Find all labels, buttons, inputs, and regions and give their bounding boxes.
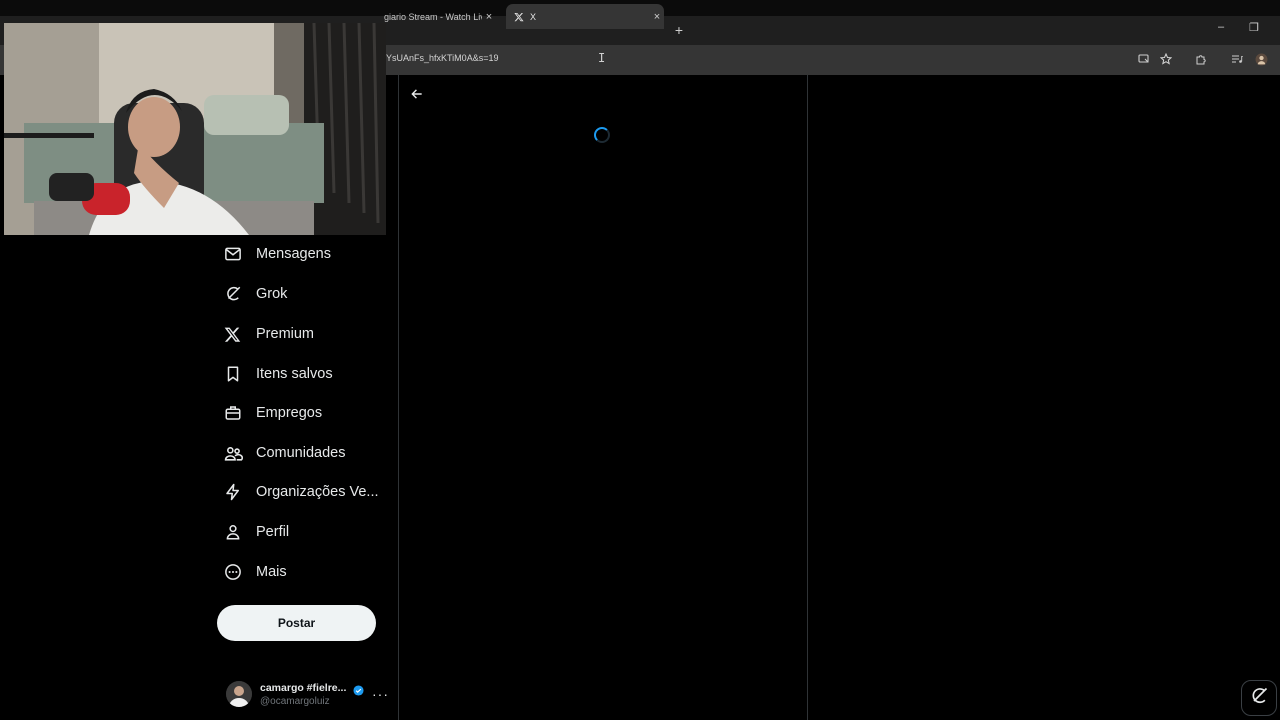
avatar	[226, 681, 252, 707]
account-more-icon[interactable]: ···	[372, 686, 389, 702]
sidebar-item-itens-salvos[interactable]: Itens salvos	[217, 356, 333, 392]
bookmark-star-icon[interactable]	[1159, 52, 1173, 66]
sidebar-item-grok[interactable]: Grok	[217, 276, 287, 312]
sidebar-item-empregos[interactable]: Empregos	[217, 395, 322, 431]
webcam-video-feed	[4, 23, 386, 235]
mail-icon	[217, 243, 251, 265]
sidebar-item-label: Grok	[256, 286, 288, 302]
sidebar-item-perfil[interactable]: Perfil	[217, 514, 289, 550]
window-minimize-button[interactable]: –	[1218, 21, 1224, 33]
x-logo-icon	[217, 323, 251, 345]
sidebar-item-mais[interactable]: Mais	[217, 554, 287, 590]
tab-title: giario Stream - Watch Liv	[384, 11, 482, 22]
sidebar-item-label: Mensagens	[256, 246, 331, 262]
sidebar-item-label: Organizações Ve...	[256, 484, 379, 500]
sidebar-item-label: Comunidades	[256, 445, 346, 461]
account-handle: @ocamargoluiz	[260, 696, 330, 707]
x-favicon-icon	[513, 11, 524, 22]
media-controls-icon[interactable]	[1230, 52, 1244, 66]
sidebar-item-label: Premium	[256, 326, 315, 342]
tab-title: X	[530, 11, 537, 22]
window-restore-button[interactable]: ❐	[1249, 21, 1259, 34]
sidebar-item-label: Mais	[256, 564, 287, 580]
account-name: camargo #fielre...	[260, 682, 347, 694]
browser-tab-stream[interactable]: giario Stream - Watch Liv ×	[382, 4, 502, 29]
bookmark-icon	[217, 363, 251, 385]
sidebar-item-label: Itens salvos	[256, 366, 333, 382]
sidebar-item-premium[interactable]: Premium	[217, 316, 314, 352]
communities-icon	[217, 442, 251, 464]
sidebar-item-label: Perfil	[256, 524, 290, 540]
grok-icon	[1249, 686, 1269, 711]
main-column-border-left	[398, 75, 399, 720]
loading-spinner-icon	[594, 127, 610, 143]
briefcase-icon	[217, 402, 251, 424]
lightning-icon	[217, 481, 251, 503]
tab-close-icon[interactable]: ×	[650, 11, 664, 23]
sidebar-item-label: Empregos	[256, 405, 323, 421]
install-app-icon[interactable]	[1137, 52, 1151, 66]
post-button[interactable]: Postar	[217, 605, 376, 641]
verified-badge-icon	[353, 683, 364, 701]
grok-floating-button[interactable]	[1241, 680, 1277, 716]
back-arrow-icon[interactable]	[410, 87, 424, 101]
account-switcher[interactable]: camargo #fielre... @ocamargoluiz ···	[222, 678, 392, 712]
sidebar-item-comunidades[interactable]: Comunidades	[217, 435, 345, 471]
main-column-border-right	[807, 75, 808, 720]
browser-tab-x[interactable]: X ×	[506, 4, 664, 29]
extensions-icon[interactable]	[1194, 52, 1208, 66]
more-circle-icon	[217, 561, 251, 583]
person-icon	[217, 521, 251, 543]
text-cursor-icon: I	[598, 51, 606, 65]
profile-avatar-icon[interactable]	[1254, 52, 1268, 66]
grok-icon	[217, 283, 251, 305]
sidebar-item-mensagens[interactable]: Mensagens	[217, 236, 331, 272]
url-text[interactable]: YsUAnFs_hfxKTiM0A&s=19	[386, 53, 498, 63]
tab-close-icon[interactable]: ×	[482, 11, 496, 23]
sidebar-item-organizacoes-verificadas[interactable]: Organizações Ve...	[217, 474, 379, 510]
new-tab-button[interactable]: +	[672, 20, 686, 40]
